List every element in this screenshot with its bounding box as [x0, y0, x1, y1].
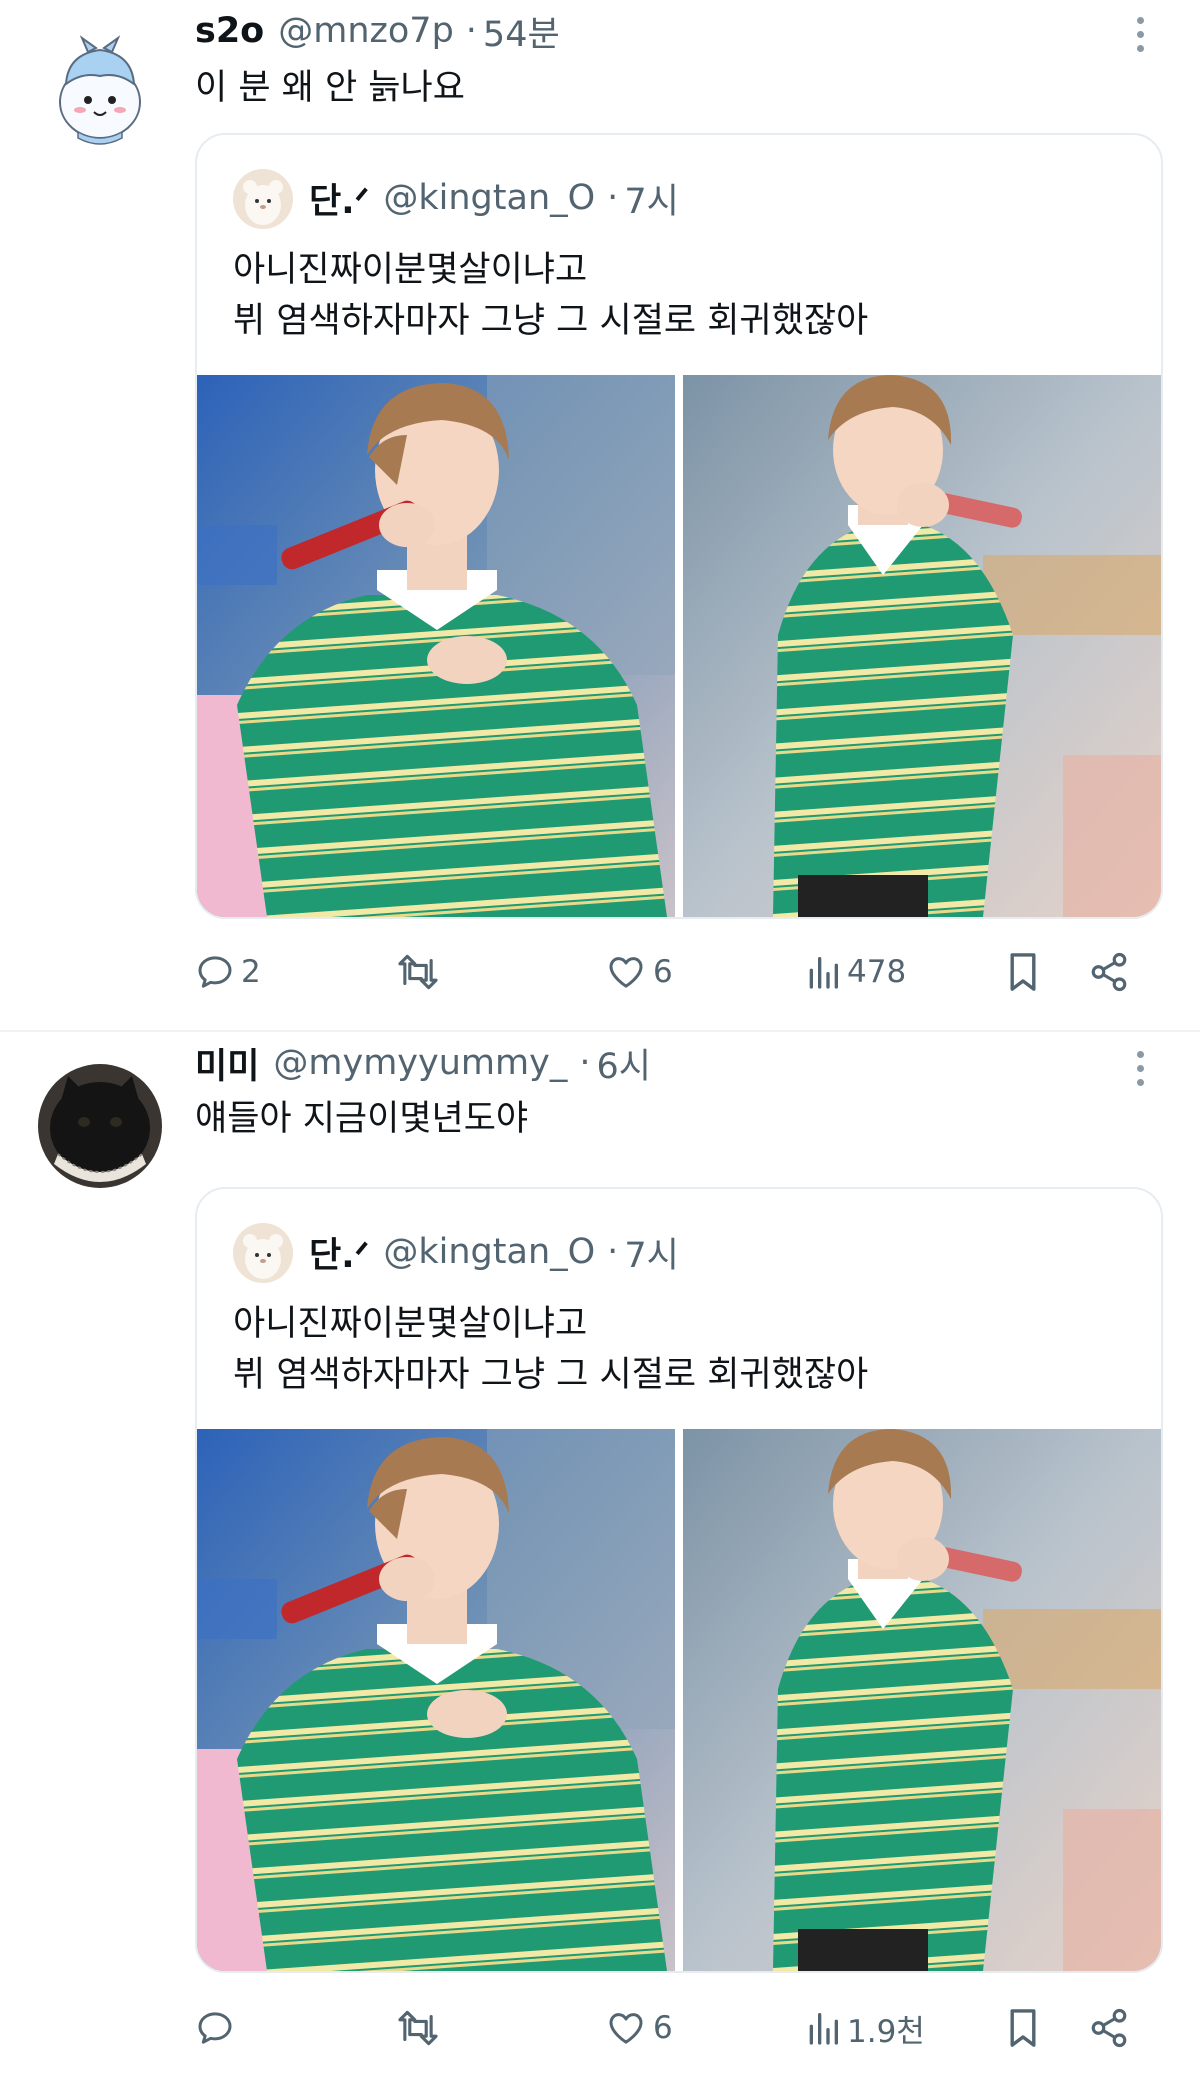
quote-header: 단.ᐟ @kingtan_O · 7시 — [309, 173, 679, 224]
views-icon — [809, 957, 838, 989]
quote-avatar[interactable] — [233, 169, 293, 229]
quote-display-name[interactable]: 단.ᐟ — [309, 173, 369, 224]
photo-left[interactable] — [197, 1429, 675, 1971]
photo-right[interactable] — [683, 1429, 1161, 1971]
quote-timestamp[interactable]: 7시 — [624, 173, 678, 224]
share-icon — [1091, 952, 1127, 992]
quote-timestamp[interactable]: 7시 — [624, 1227, 678, 1278]
more-icon[interactable] — [1120, 6, 1160, 62]
bookmark-icon — [1010, 953, 1036, 991]
retweet-button[interactable] — [395, 942, 447, 1002]
photo-left[interactable] — [197, 375, 675, 917]
share-icon — [1091, 2008, 1127, 2048]
quote-user-handle[interactable]: @kingtan_O — [383, 178, 595, 218]
reply-count: 2 — [241, 954, 261, 990]
user-handle[interactable]: @mymyyummy_ — [273, 1043, 567, 1083]
share-button[interactable] — [1088, 942, 1130, 1002]
tweet-actions: 6 1.9천 — [195, 1998, 1150, 2058]
quote-text-line: 아니진짜이분몇살이냐고 — [233, 250, 588, 290]
timestamp[interactable]: 54분 — [483, 6, 560, 57]
quote-display-name[interactable]: 단.ᐟ — [309, 1227, 369, 1278]
retweet-button[interactable] — [395, 1998, 447, 2058]
tweet[interactable]: s2o @mnzo7p · 54분 이 분 왜 안 늙나요 단.ᐟ @kingt… — [0, 0, 1200, 1032]
reply-button[interactable]: 2 — [195, 942, 261, 1002]
tweet[interactable]: 미미 @mymyyummy_ · 6시 얘들아 지금이몇년도야 단.ᐟ @kin… — [0, 1032, 1200, 2073]
display-name[interactable]: 미미 — [195, 1038, 259, 1089]
tweet-header: 미미 @mymyyummy_ · 6시 — [195, 1038, 651, 1089]
like-button[interactable]: 6 — [605, 942, 673, 1002]
views-button[interactable]: 1.9천 — [805, 1998, 925, 2058]
like-icon — [609, 2013, 643, 2044]
user-handle[interactable]: @mnzo7p — [278, 11, 454, 51]
tweet-text: 얘들아 지금이몇년도야 — [195, 1099, 529, 1139]
display-name[interactable]: s2o — [195, 11, 264, 51]
photo-right[interactable] — [683, 375, 1161, 917]
avatar[interactable] — [38, 32, 162, 156]
bookmark-icon — [1010, 2009, 1036, 2047]
quote-text-line: 뷔 염색하자마자 그냥 그 시절로 회귀했잖아 — [233, 301, 869, 341]
reply-icon — [198, 956, 232, 988]
more-icon[interactable] — [1120, 1040, 1160, 1096]
views-icon — [809, 2013, 838, 2045]
bookmark-button[interactable] — [1005, 942, 1041, 1002]
separator-dot: · — [607, 178, 619, 218]
quote-tweet[interactable]: 단.ᐟ @kingtan_O · 7시 아니진짜이분몇살이냐고 뷔 염색하자마자… — [195, 1187, 1163, 1973]
reply-icon — [198, 2012, 232, 2044]
quote-user-handle[interactable]: @kingtan_O — [383, 1232, 595, 1272]
tweet-actions: 2 6 478 — [195, 942, 1150, 1002]
reply-button[interactable] — [195, 1998, 241, 2058]
quote-text-line: 아니진짜이분몇살이냐고 — [233, 1304, 588, 1344]
retweet-icon — [398, 2010, 438, 2046]
tweet-text: 이 분 왜 안 늙나요 — [195, 68, 465, 108]
like-icon — [609, 957, 643, 988]
quote-media — [197, 375, 1161, 917]
views-button[interactable]: 478 — [805, 942, 906, 1002]
quote-text-line: 뷔 염색하자마자 그냥 그 시절로 회귀했잖아 — [233, 1355, 869, 1395]
like-count: 6 — [653, 2010, 673, 2046]
quote-text: 아니진짜이분몇살이냐고 뷔 염색하자마자 그냥 그 시절로 회귀했잖아 — [233, 245, 868, 347]
timestamp[interactable]: 6시 — [596, 1038, 650, 1089]
tweet-header: s2o @mnzo7p · 54분 — [195, 6, 560, 57]
quote-text: 아니진짜이분몇살이냐고 뷔 염색하자마자 그냥 그 시절로 회귀했잖아 — [233, 1299, 868, 1401]
views-count: 1.9천 — [847, 2013, 925, 2050]
separator-dot: · — [465, 11, 477, 51]
quote-tweet[interactable]: 단.ᐟ @kingtan_O · 7시 아니진짜이분몇살이냐고 뷔 염색하자마자… — [195, 133, 1163, 919]
bookmark-button[interactable] — [1005, 1998, 1041, 2058]
quote-header: 단.ᐟ @kingtan_O · 7시 — [309, 1227, 679, 1278]
like-count: 6 — [653, 954, 673, 990]
quote-media — [197, 1429, 1161, 1971]
avatar[interactable] — [38, 1064, 162, 1188]
views-count: 478 — [847, 954, 907, 990]
like-button[interactable]: 6 — [605, 1998, 673, 2058]
retweet-icon — [398, 954, 438, 990]
separator-dot: · — [579, 1043, 591, 1083]
separator-dot: · — [607, 1232, 619, 1272]
quote-avatar[interactable] — [233, 1223, 293, 1283]
share-button[interactable] — [1088, 1998, 1130, 2058]
